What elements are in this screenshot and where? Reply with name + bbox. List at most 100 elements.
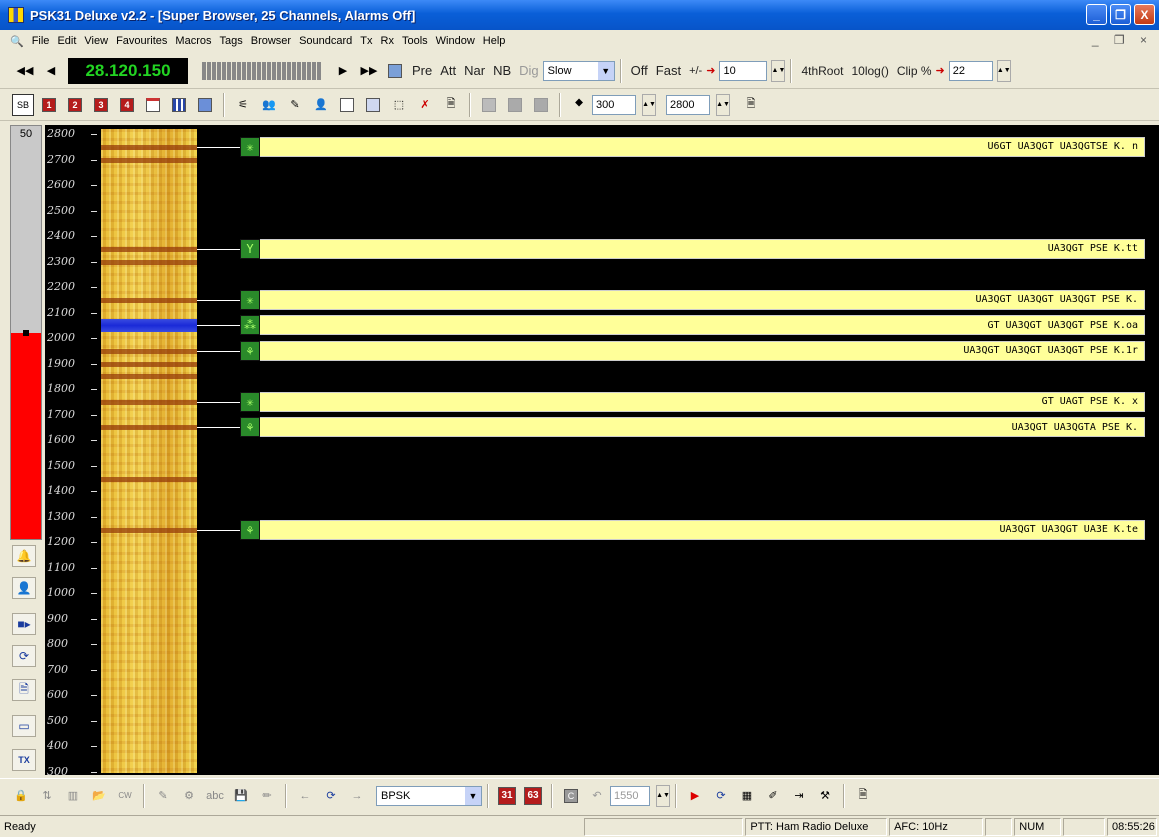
audio-freq-field[interactable]: 1550 <box>610 785 650 806</box>
low-frequency-spinner[interactable]: ▲▼ <box>642 93 656 116</box>
clip-spinner[interactable]: ▲▼ <box>996 59 1011 82</box>
pen-icon[interactable]: ✎ <box>284 94 306 116</box>
refresh-icon[interactable]: ⟳ <box>320 785 342 807</box>
scroll-icon[interactable]: ⚟ <box>232 94 254 116</box>
mode-select[interactable]: BPSK ▼ <box>376 785 482 806</box>
gray-button-3[interactable] <box>530 94 552 116</box>
columns-icon[interactable] <box>168 94 190 116</box>
radio-settings-icon[interactable] <box>384 60 406 82</box>
play-icon[interactable]: ▶ <box>684 785 706 807</box>
calendar-icon[interactable]: ▦ <box>736 785 758 807</box>
pre-toggle[interactable]: Pre <box>412 63 432 78</box>
properties-icon[interactable]: 🗎 <box>440 94 462 116</box>
audio-freq-spinner[interactable]: ▲▼ <box>656 784 670 807</box>
forward-fast-icon[interactable]: ▶▶ <box>358 60 380 82</box>
nb-toggle[interactable]: NB <box>493 63 511 78</box>
window-icon[interactable]: ▭ <box>12 715 36 737</box>
menu-favourites[interactable]: Favourites <box>116 35 167 47</box>
refresh-icon[interactable]: ⟳ <box>12 645 36 667</box>
menu-view[interactable]: View <box>84 35 108 47</box>
record-icon[interactable]: ■▸ <box>12 613 36 635</box>
gray-button-1[interactable] <box>478 94 500 116</box>
edit-icon[interactable]: ✏ <box>256 785 278 807</box>
sb-button[interactable]: SB <box>12 93 34 116</box>
channel-signal-icon[interactable]: ⚘ <box>240 519 260 540</box>
menu-edit[interactable]: Edit <box>57 35 76 47</box>
clip-field[interactable]: 22 <box>948 60 993 81</box>
channel-3-button[interactable]: 3 <box>94 97 108 112</box>
att-toggle[interactable]: Att <box>440 63 456 78</box>
tools-icon[interactable]: ⚙ <box>178 785 200 807</box>
alarm-bell-icon[interactable]: 🔔 <box>12 545 36 567</box>
menu-browser[interactable]: Browser <box>251 35 291 47</box>
rewind-fast-icon[interactable]: ◀◀ <box>14 60 36 82</box>
menu-soundcard[interactable]: Soundcard <box>299 35 352 47</box>
forward-icon[interactable]: ▶ <box>332 60 354 82</box>
window-icon[interactable] <box>142 94 164 116</box>
log-toggle[interactable]: 10log() <box>851 64 888 78</box>
arrow-left-icon[interactable]: ← <box>294 785 316 807</box>
channel-row[interactable]: Y UA3QGT PSE K.tt <box>240 238 1145 259</box>
user-icon[interactable]: 👤 <box>12 577 36 599</box>
channel-signal-icon[interactable]: ⁂ <box>240 315 260 336</box>
high-frequency-field[interactable]: 2800 <box>666 94 710 115</box>
form-icon[interactable] <box>336 94 358 116</box>
rx-icon[interactable]: ✎ <box>152 785 174 807</box>
channel-row[interactable]: ⚘ UA3QGT UA3QGT UA3QGT PSE K.1r <box>240 340 1145 361</box>
c-button[interactable]: C <box>564 788 578 803</box>
channel-2-button[interactable]: 2 <box>68 97 82 112</box>
channel-row[interactable]: ⚘ UA3QGT UA3QGT UA3E K.te <box>240 519 1145 540</box>
frame-icon[interactable]: ⬚ <box>388 94 410 116</box>
super-browser[interactable]: 2800 2700 2600 2500 2400 2300 2200 2100 2000 1900… <box>45 125 1159 778</box>
stack-icon[interactable] <box>362 94 384 116</box>
macro-icon[interactable]: ⚒ <box>814 785 836 807</box>
fast-toggle[interactable]: Fast <box>656 63 681 78</box>
save-icon[interactable]: 💾 <box>230 785 252 807</box>
step-field[interactable]: 10 <box>719 60 768 81</box>
rewind-icon[interactable]: ◀ <box>40 60 62 82</box>
loop-icon[interactable]: ⟳ <box>710 785 732 807</box>
channel-signal-icon[interactable]: ⚘ <box>240 340 260 361</box>
channel-row[interactable]: ✳ GT UAGT PSE K. x <box>240 391 1145 412</box>
psk63-button[interactable]: 63 <box>524 786 542 805</box>
insert-icon[interactable]: ⇥ <box>788 785 810 807</box>
off-toggle[interactable]: Off <box>631 63 648 78</box>
menu-macros[interactable]: Macros <box>175 35 211 47</box>
menu-file[interactable]: File <box>32 35 50 47</box>
undo-icon[interactable]: ↶ <box>586 785 608 807</box>
minimize-button[interactable]: _ <box>1086 4 1107 25</box>
menu-tx[interactable]: Tx <box>360 35 372 47</box>
macro-edit-icon[interactable]: ✐ <box>762 785 784 807</box>
fourth-root-toggle[interactable]: 4thRoot <box>801 64 843 78</box>
high-frequency-spinner[interactable]: ▲▼ <box>716 93 730 116</box>
channel-row[interactable]: ✳ UA3QGT UA3QGT UA3QGT PSE K. <box>240 289 1145 310</box>
menu-help[interactable]: Help <box>483 35 506 47</box>
channel-row[interactable]: ⚘ UA3QGT UA3QGTA PSE K. <box>240 417 1145 438</box>
maximize-button[interactable]: ❐ <box>1110 4 1131 25</box>
frequency-display[interactable]: 28.120.150 <box>68 57 188 84</box>
menu-window[interactable]: Window <box>436 35 475 47</box>
clear-icon[interactable]: ✗ <box>414 94 436 116</box>
spell-icon[interactable]: abc <box>204 785 226 807</box>
tx-icon[interactable]: TX <box>12 749 36 771</box>
settings-icon[interactable]: 🗎 <box>740 94 762 116</box>
nar-toggle[interactable]: Nar <box>464 63 485 78</box>
menu-rx[interactable]: Rx <box>381 35 394 47</box>
search-icon[interactable]: 🔍 <box>10 35 24 48</box>
sort-icon[interactable]: ⇅ <box>36 785 58 807</box>
folder-icon[interactable]: 📂 <box>88 785 110 807</box>
level-meter[interactable]: 50 <box>10 125 42 540</box>
arrow-right-icon[interactable]: → <box>346 785 368 807</box>
channel-row[interactable]: ⁂ GT UA3QGT UA3QGT PSE K.oa <box>240 315 1145 336</box>
channel-signal-icon[interactable]: ✳ <box>240 289 260 310</box>
channel-1-button[interactable]: 1 <box>42 97 56 112</box>
bars-icon[interactable]: ▥ <box>62 785 84 807</box>
channel-row[interactable]: ✳ U6GT UA3QGT UA3QGTSE K. n <box>240 136 1145 157</box>
close-button[interactable]: X <box>1134 4 1155 25</box>
dig-toggle[interactable]: Dig <box>519 63 539 78</box>
low-frequency-field[interactable]: 300 <box>592 94 636 115</box>
step-spinner[interactable]: ▲▼ <box>771 59 786 82</box>
waterfall-display[interactable] <box>101 129 197 773</box>
grid-icon[interactable] <box>194 94 216 116</box>
channel-signal-icon[interactable]: Y <box>240 238 260 259</box>
